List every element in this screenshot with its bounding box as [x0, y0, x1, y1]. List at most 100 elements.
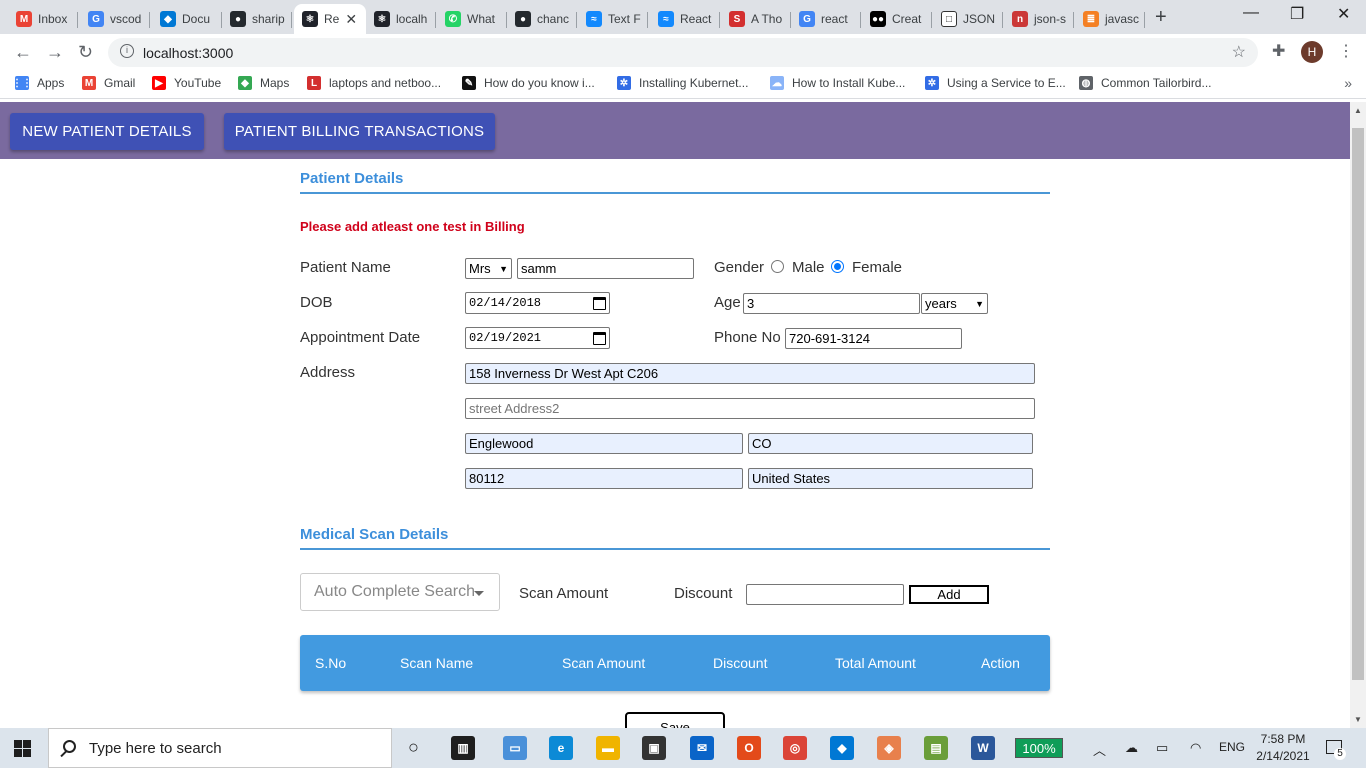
- city-input[interactable]: Englewood: [465, 433, 743, 454]
- browser-tab[interactable]: n json-s: [1004, 4, 1074, 34]
- age-input[interactable]: 3: [743, 293, 920, 314]
- dob-date-input[interactable]: 02/14/2018: [465, 292, 610, 314]
- dropdown-arrow-icon[interactable]: [474, 591, 484, 596]
- word-icon[interactable]: W: [971, 736, 995, 760]
- new-patient-details-button[interactable]: NEW PATIENT DETAILS: [10, 113, 204, 150]
- bookmark-item[interactable]: M Gmail: [82, 76, 135, 90]
- url-text[interactable]: localhost:3000: [143, 45, 233, 61]
- browser-tab[interactable]: ● chanc: [507, 4, 577, 34]
- name-title-select[interactable]: Mrs ▼: [465, 258, 512, 279]
- gender-female-radio[interactable]: [831, 260, 844, 273]
- site-info-icon[interactable]: i: [120, 44, 134, 58]
- address-bar[interactable]: i localhost:3000 ☆: [108, 38, 1258, 67]
- profile-avatar[interactable]: H: [1301, 41, 1323, 63]
- page-scrollbar[interactable]: ▲ ▼: [1350, 102, 1366, 728]
- new-tab-button[interactable]: +: [1155, 6, 1167, 29]
- extensions-icon[interactable]: ✚: [1272, 41, 1285, 61]
- bookmark-star-icon[interactable]: ☆: [1232, 42, 1246, 62]
- bookmark-item[interactable]: Llaptops and netboo...: [307, 76, 441, 90]
- taskbar-clock[interactable]: 7:58 PM 2/14/2021: [1253, 731, 1313, 765]
- bookmark-item[interactable]: ◍ Common Tailorbird...: [1079, 76, 1211, 90]
- chrome-menu-icon[interactable]: ⋮: [1338, 41, 1354, 61]
- store-icon[interactable]: ▣: [642, 736, 666, 760]
- browser-tab[interactable]: ⚛ Re ✕: [294, 4, 366, 34]
- calendar-icon[interactable]: [593, 331, 606, 345]
- taskbar-search-box[interactable]: Type here to search: [48, 728, 392, 768]
- age-unit-select[interactable]: years ▼: [921, 293, 988, 314]
- zip-input[interactable]: 80112: [465, 468, 743, 489]
- tab-separator: [860, 12, 861, 28]
- page-content: NEW PATIENT DETAILS PATIENT BILLING TRAN…: [0, 102, 1350, 728]
- browser-tab[interactable]: M Inbox: [8, 4, 78, 34]
- scan-autocomplete-search[interactable]: Auto Complete Search: [300, 573, 500, 611]
- minimize-button[interactable]: —: [1243, 4, 1259, 22]
- appointment-date-input[interactable]: 02/19/2021: [465, 327, 610, 349]
- file-explorer-icon[interactable]: ▬: [596, 736, 620, 760]
- patient-name-label: Patient Name: [300, 259, 391, 276]
- patient-name-input[interactable]: samm: [517, 258, 694, 279]
- add-scan-button[interactable]: Add: [909, 585, 989, 604]
- appointment-date-value: 02/19/2021: [469, 331, 542, 345]
- scroll-down-icon[interactable]: ▼: [1354, 715, 1362, 724]
- sourcetree-icon[interactable]: ◈: [877, 736, 901, 760]
- maximize-button[interactable]: ❐: [1290, 4, 1304, 24]
- bookmark-item[interactable]: ◆ Maps: [238, 76, 289, 90]
- address-line2-input[interactable]: street Address2: [465, 398, 1035, 419]
- bookmark-label: YouTube: [174, 76, 222, 90]
- wifi-icon[interactable]: ◠: [1190, 740, 1201, 756]
- back-icon[interactable]: ←: [14, 42, 32, 63]
- save-button[interactable]: Save: [625, 712, 725, 728]
- browser-tab[interactable]: Greact: [791, 4, 861, 34]
- browser-tab[interactable]: ≣ javasc: [1075, 4, 1145, 34]
- browser-tab[interactable]: □ JSON: [933, 4, 1003, 34]
- patient-billing-transactions-button[interactable]: PATIENT BILLING TRANSACTIONS: [224, 113, 495, 150]
- bookmark-item[interactable]: ▶ YouTube: [152, 76, 221, 90]
- reload-icon[interactable]: ↻: [78, 42, 93, 63]
- vscode-icon[interactable]: ◆: [830, 736, 854, 760]
- forward-icon[interactable]: →: [46, 42, 64, 63]
- browser-tab[interactable]: Gvscod: [80, 4, 150, 34]
- remote-desktop-icon[interactable]: ▭: [503, 736, 527, 760]
- office-icon[interactable]: O: [737, 736, 761, 760]
- onedrive-icon[interactable]: ☁: [1125, 740, 1138, 756]
- task-view-icon[interactable]: ▥: [451, 736, 475, 760]
- gender-male-radio[interactable]: [771, 260, 784, 273]
- discount-input[interactable]: [746, 584, 904, 605]
- browser-tab[interactable]: ●● Creat: [862, 4, 932, 34]
- cortana-icon[interactable]: ○: [408, 737, 419, 758]
- mail-icon[interactable]: ✉: [690, 736, 714, 760]
- whatsapp-icon: ✆: [445, 11, 461, 27]
- windows-start-icon[interactable]: [14, 740, 31, 757]
- browser-tab[interactable]: ⚛ localh: [366, 4, 436, 34]
- close-tab-icon[interactable]: ✕: [345, 11, 357, 28]
- tab-title: Inbox: [38, 12, 68, 26]
- bookmark-item[interactable]: ✎ How do you know i...: [462, 76, 595, 90]
- bookmark-item[interactable]: ✲ Using a Service to E...: [925, 76, 1066, 90]
- browser-tab[interactable]: ◆ Docu: [152, 4, 222, 34]
- bookmarks-overflow-button[interactable]: »: [1344, 75, 1352, 91]
- browser-tab[interactable]: S A Tho: [721, 4, 791, 34]
- chevron-up-icon[interactable]: ︿: [1093, 740, 1106, 759]
- calendar-icon[interactable]: [593, 296, 606, 310]
- bookmark-item[interactable]: ⋮⋮ Apps: [12, 76, 64, 90]
- browser-tab[interactable]: ≈ Text F: [578, 4, 648, 34]
- address-line1-input[interactable]: 158 Inverness Dr West Apt C206: [465, 363, 1035, 384]
- phone-input[interactable]: 720-691-3124: [785, 328, 962, 349]
- close-window-button[interactable]: ✕: [1337, 4, 1350, 24]
- bookmark-item[interactable]: ✲ Installing Kubernet...: [617, 76, 748, 90]
- medium-icon: ●●: [870, 11, 886, 27]
- edge-icon[interactable]: e: [549, 736, 573, 760]
- browser-tab[interactable]: ≈ React: [650, 4, 720, 34]
- browser-tab[interactable]: ● sharip: [222, 4, 292, 34]
- chrome-icon[interactable]: ◎: [783, 736, 807, 760]
- browser-tab[interactable]: ✆ What: [437, 4, 507, 34]
- display-icon[interactable]: ▭: [1156, 740, 1168, 756]
- bookmark-item[interactable]: ☁ How to Install Kube...: [770, 76, 905, 90]
- scrollbar-thumb[interactable]: [1352, 128, 1364, 680]
- scroll-up-icon[interactable]: ▲: [1354, 106, 1362, 115]
- state-input[interactable]: CO: [748, 433, 1033, 454]
- language-indicator[interactable]: ENG: [1219, 740, 1245, 754]
- charts-app-icon[interactable]: ▤: [924, 736, 948, 760]
- country-input[interactable]: United States: [748, 468, 1033, 489]
- battery-indicator[interactable]: 100%: [1015, 738, 1063, 758]
